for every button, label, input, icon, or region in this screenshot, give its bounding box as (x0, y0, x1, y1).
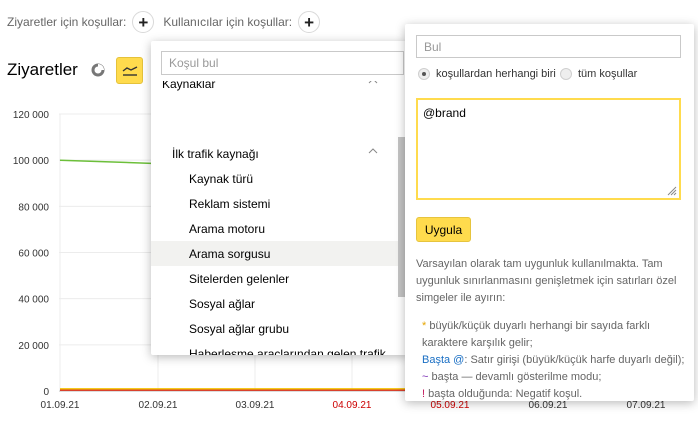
condition-search-input[interactable]: Koşul bul (161, 51, 404, 75)
hint-negation: ! başta olduğunda: Negatif koşul. (422, 388, 583, 400)
condition-item-label: Sosyal ağlar grubu (189, 321, 290, 336)
x-tick-label: 04.09.21 (333, 400, 372, 411)
condition-item-label: Kaynak türü (189, 171, 254, 186)
radio-all-conditions[interactable]: tüm koşullar (560, 66, 637, 82)
condition-item[interactable]: Kaynak türü (151, 166, 398, 191)
x-tick-label: 01.09.21 (41, 400, 80, 411)
help-text: Varsayılan olarak tam uygunluk kullanılm… (416, 258, 677, 304)
condition-list: Kaynaklar İlk trafik kaynağı Kaynak türü… (151, 81, 398, 355)
condition-item-label: Haberleşme araçlarından gelen trafik (189, 346, 386, 356)
y-tick-label: 40 000 (18, 295, 49, 306)
radio-any-label: koşullardan herhangi biri (436, 68, 556, 80)
apply-button[interactable]: Uygula (416, 217, 471, 242)
hint-wildcard: * büyük/küçük duyarlı herhangi bir sayıd… (422, 320, 651, 349)
y-tick-label: 0 (43, 387, 49, 398)
hint-at-prefix: Başta @: Satır girişi (büyük/küçük harfe… (422, 354, 685, 366)
resize-grip-icon[interactable] (667, 186, 677, 196)
x-tick-label: 02.09.21 (139, 400, 178, 411)
condition-item[interactable]: Haberleşme araçlarından gelen trafik (151, 341, 398, 356)
chevron-up-icon (368, 81, 378, 84)
y-tick-label: 60 000 (18, 249, 49, 260)
y-tick-label: 80 000 (18, 202, 49, 213)
condition-search-placeholder: Koşul bul (169, 56, 219, 70)
condition-item[interactable]: Sosyal ağlar (151, 291, 398, 316)
x-tick-label: 03.09.21 (236, 400, 275, 411)
chevron-up-icon (368, 148, 378, 154)
condition-item-label: Arama motoru (189, 221, 266, 236)
hint-tilde: ~ başta — devamlı gösterilme modu; (422, 371, 602, 383)
condition-item-label: Reklam sistemi (189, 196, 271, 211)
condition-item[interactable]: Arama motoru (151, 216, 398, 241)
radio-button (560, 68, 572, 80)
condition-dropdown: Koşul bul Kaynaklar İlk trafik kaynağı K… (151, 41, 409, 355)
radio-any-condition[interactable]: koşullardan herhangi biri (418, 66, 556, 82)
y-tick-label: 120 000 (13, 110, 50, 121)
condition-editor-panel: Bul koşullardan herhangi biri tüm koşull… (405, 24, 694, 401)
radio-all-label: tüm koşullar (578, 68, 638, 80)
condition-group-label: İlk trafik kaynağı (172, 146, 259, 161)
condition-item[interactable]: Sosyal ağlar grubu (151, 316, 398, 341)
condition-group-sources[interactable]: Kaynaklar (151, 81, 398, 96)
value-search-placeholder: Bul (424, 39, 442, 54)
condition-item-label: Sosyal ağlar (189, 296, 256, 311)
radio-button-selected (418, 68, 430, 80)
condition-group-label: Kaynaklar (162, 81, 216, 91)
condition-item-label: Arama sorgusu (189, 246, 271, 261)
condition-values-text: @brand (423, 106, 466, 120)
y-axis-ticks: 120 000 100 000 80 000 60 000 40 000 20 000 0 (13, 110, 50, 398)
y-tick-label: 20 000 (18, 341, 49, 352)
condition-group-first-source[interactable]: İlk trafik kaynağı (151, 141, 398, 166)
y-tick-label: 100 000 (13, 156, 50, 167)
condition-item[interactable]: Arama sorgusu (151, 241, 398, 266)
series-line (59, 159, 159, 165)
condition-values-textarea[interactable]: @brand (416, 98, 681, 200)
hint-mark: Başta @ (422, 354, 465, 366)
syntax-hints: * büyük/küçük duyarlı herhangi bir sayıd… (422, 318, 690, 403)
condition-item[interactable]: Reklam sistemi (151, 191, 398, 216)
value-search-input[interactable]: Bul (416, 35, 681, 58)
condition-item-label: Sitelerden gelenler (189, 271, 290, 286)
condition-item[interactable]: Sitelerden gelenler (151, 266, 398, 291)
